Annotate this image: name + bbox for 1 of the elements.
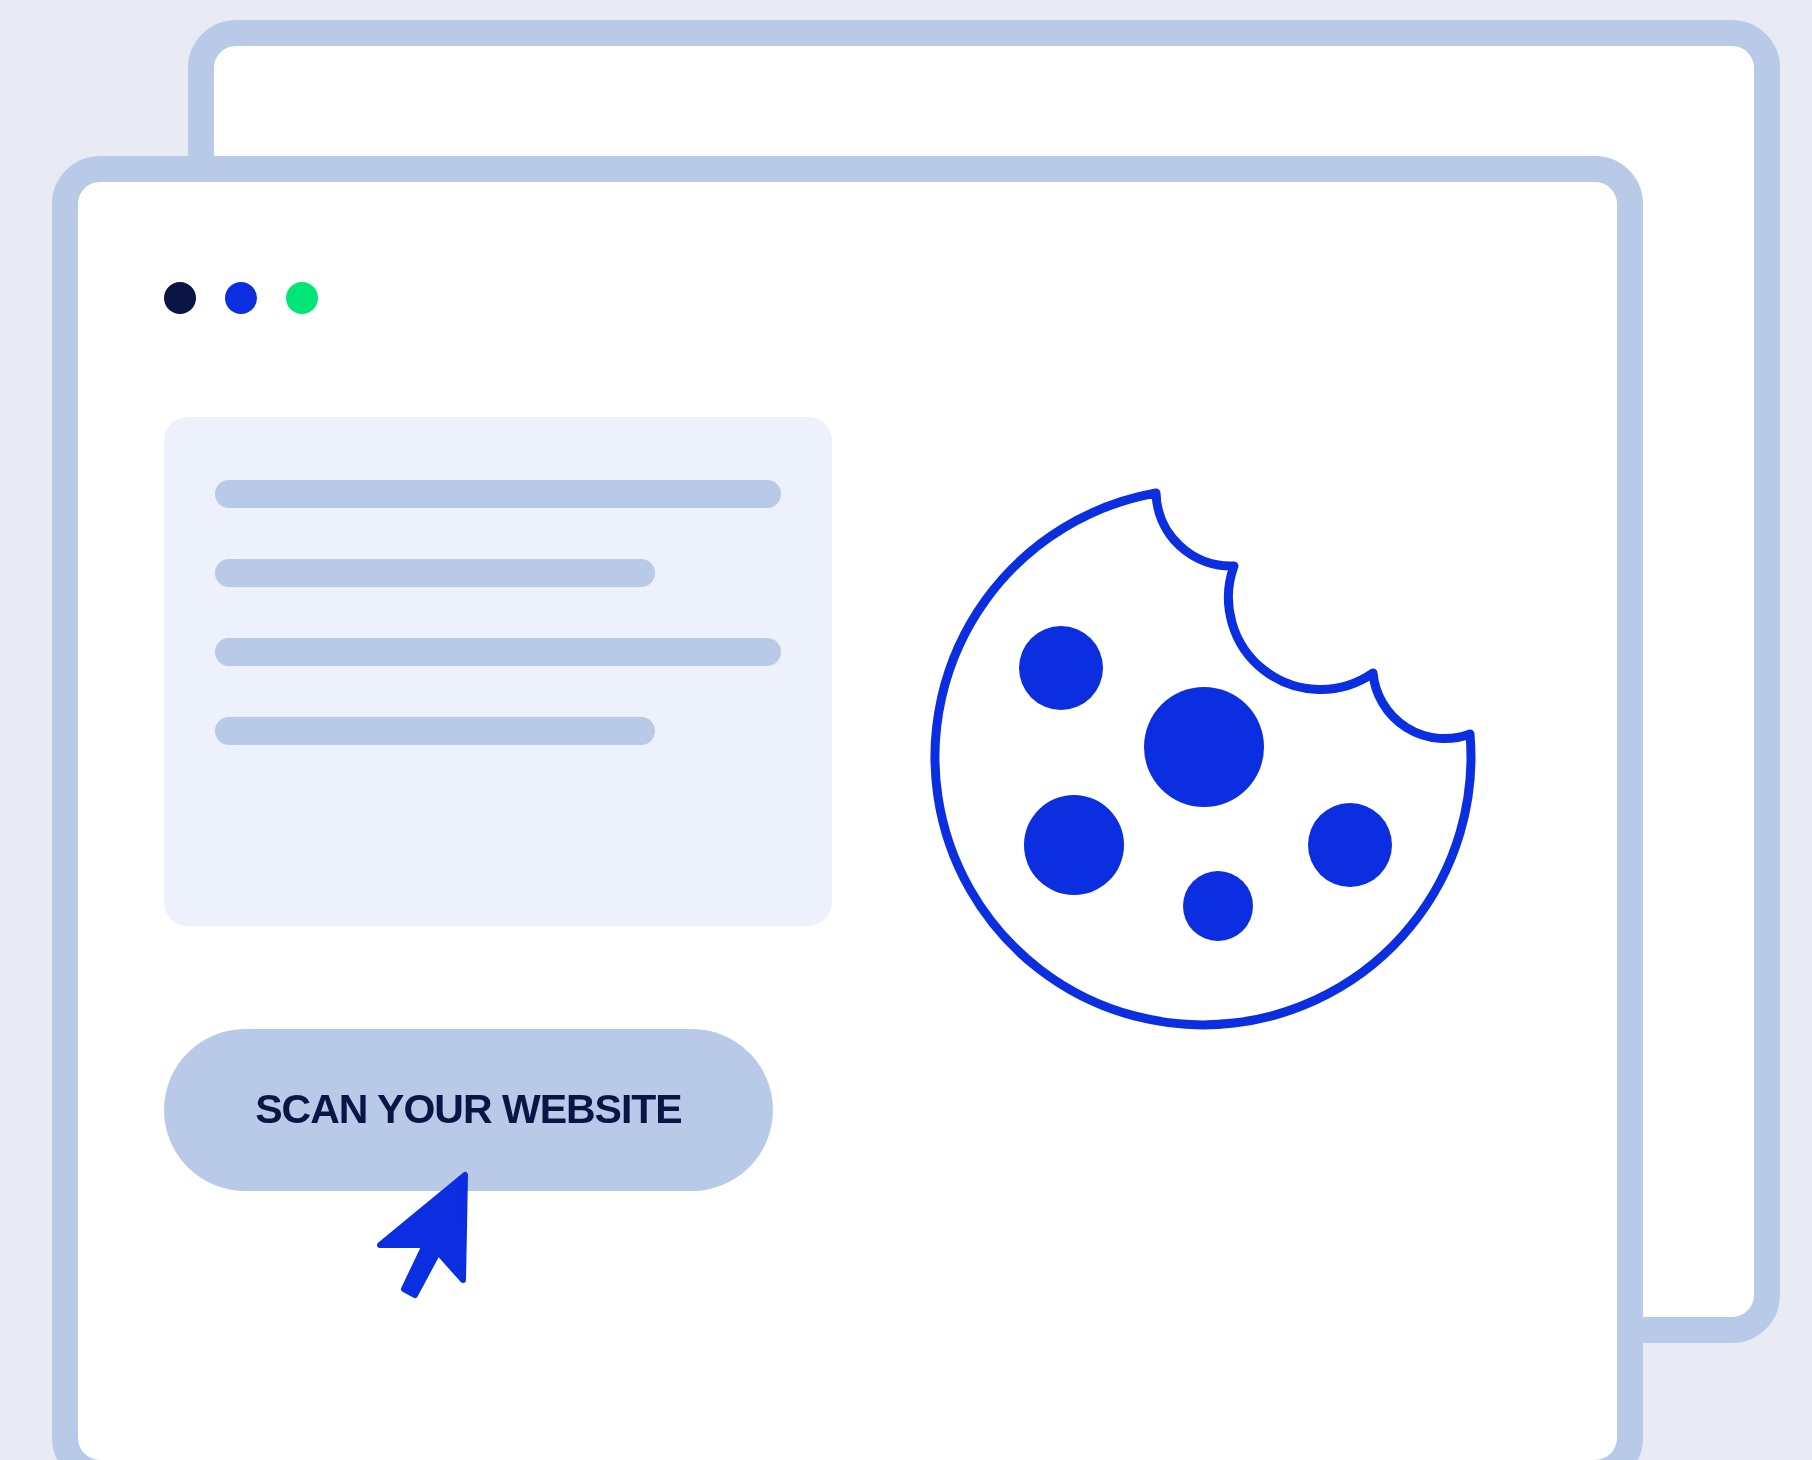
- scan-button[interactable]: SCAN YOUR WEBSITE: [164, 1029, 773, 1191]
